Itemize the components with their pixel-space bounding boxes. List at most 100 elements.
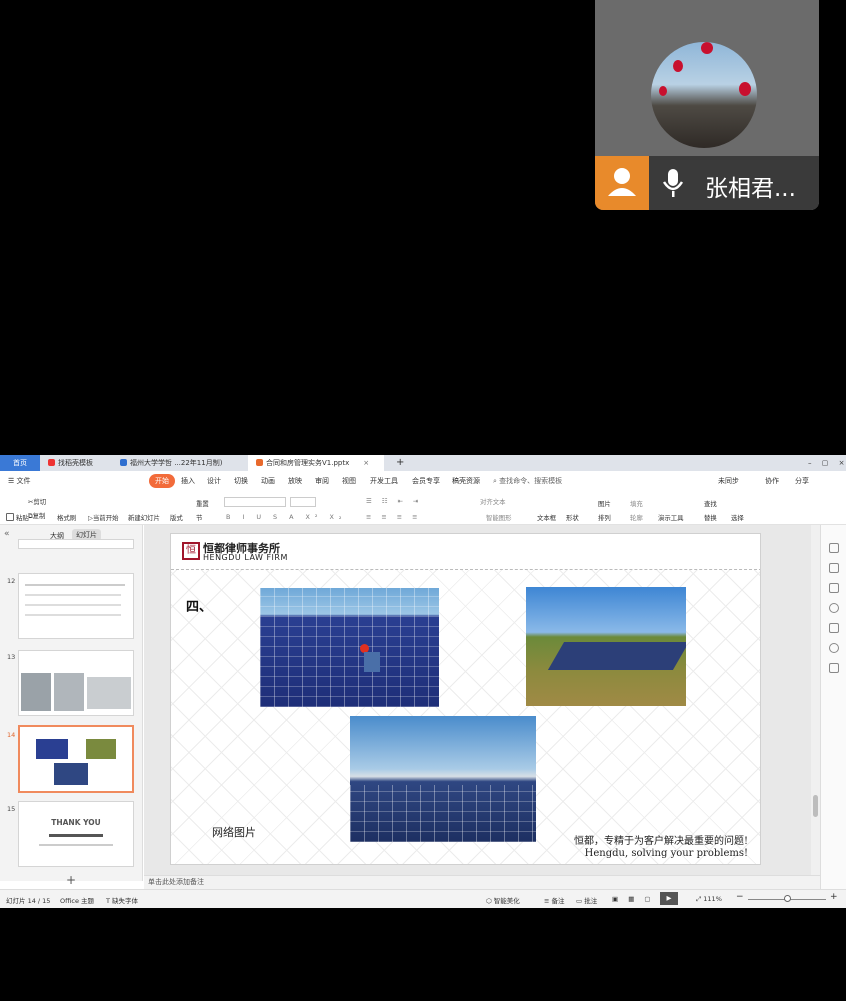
collab-button[interactable]: 协作 [765,476,779,486]
cut-button[interactable]: ✂剪切 [28,497,46,506]
right-tool-strip [820,525,846,889]
comments-toggle[interactable]: ▭ 批注 [576,895,597,905]
zoom-in-button[interactable]: + [830,892,838,902]
slide-thumbnail-11[interactable] [18,539,134,549]
text-style-buttons[interactable]: B I U S A X² X₂ [226,513,346,521]
location-icon[interactable] [829,643,839,653]
slide-thumbnail-13[interactable] [18,650,134,716]
panel-icon[interactable] [829,663,839,673]
solar-photo-field[interactable] [526,587,686,706]
menu-design[interactable]: 设计 [207,476,221,486]
slide-number: 12 [7,577,16,585]
view-mode-buttons[interactable]: ▣ ▦ ▢ [612,895,655,903]
menu-review[interactable]: 审阅 [315,476,329,486]
vertical-scrollbar[interactable] [811,525,820,875]
menu-slideshow[interactable]: 放映 [288,476,302,486]
video-call-tile: 张相君... [595,0,819,210]
close-tab-icon[interactable]: × [363,459,369,467]
current-slide[interactable]: 恒 恒都律师事务所 HENGDU LAW FIRM 四、 网络图片 恒都，专精于… [170,533,761,865]
collapse-panel-icon[interactable]: « [4,529,10,539]
animation-icon[interactable] [829,563,839,573]
missing-font-button[interactable]: T 缺失字体 [106,895,138,905]
tab-home[interactable]: 首页 [0,455,40,471]
sync-status[interactable]: 未同步 [718,476,739,486]
font-size-select[interactable] [290,497,316,507]
menu-bar: ☰ 文件 开始 插入 设计 切换 动画 放映 审阅 视图 开发工具 会员专享 稿… [0,471,846,491]
theme-name: Office 主题 [60,897,95,905]
user-icon [595,156,649,210]
command-search[interactable]: ⌕ 查找命令、搜索模板 [493,476,562,486]
add-slide-button[interactable]: + [66,873,76,887]
menu-member[interactable]: 会员专享 [412,476,440,486]
menu-animation[interactable]: 动画 [261,476,275,486]
zoom-out-button[interactable]: − [736,892,744,902]
menu-file[interactable]: ☰ 文件 [8,476,31,486]
reset-button[interactable]: 重置 [196,499,209,508]
solar-photo-worker[interactable] [260,588,439,707]
image-icon[interactable] [829,623,839,633]
ppt-icon [256,459,263,466]
slide-number: 13 [7,653,16,661]
replace-button[interactable]: 替换 [704,513,717,522]
window-controls[interactable]: – ▢ × [800,455,846,471]
presentation-tools-button[interactable]: 演示工具 [658,513,684,522]
solar-photo-roof[interactable] [350,716,536,842]
zoom-slider-handle[interactable] [784,895,791,902]
play-from-current-button[interactable]: ▷当前开始 [88,513,118,522]
zoom-level[interactable]: ⤢ 111% [696,895,722,904]
copy-format-icon[interactable] [829,583,839,593]
image-caption: 网络图片 [212,826,256,839]
firm-seal-icon: 恒 [182,542,200,560]
menu-view[interactable]: 视图 [342,476,356,486]
slogan: 恒都，专精于为客户解决最重要的问题! Hengdu, solving your p… [573,836,748,859]
slide-number: 15 [7,805,16,813]
paste-button[interactable]: 粘贴 [6,513,29,522]
menu-developer[interactable]: 开发工具 [370,476,398,486]
picture-button[interactable]: 图片 [598,499,611,508]
align-text-button[interactable]: 对齐文本 [480,497,506,506]
section-button[interactable]: 节 [196,513,202,522]
format-painter-button[interactable]: 格式刷 [57,513,76,522]
copy-button[interactable]: ⧉复制 [28,511,45,521]
tab-presentation[interactable]: 合同和房管理实务V1.pptx × [248,455,384,471]
new-slide-button[interactable]: 新建幻灯片 [128,513,160,522]
slide-thumbnail-15[interactable]: THANK YOU [18,801,134,867]
participant-avatar [651,42,757,148]
menu-insert[interactable]: 插入 [181,476,195,486]
slide-counter: 幻灯片 14 / 15 [6,897,51,905]
help-icon[interactable] [829,603,839,613]
thank-you-title: THANK YOU [51,818,101,827]
shape-button[interactable]: 形状 [566,513,579,522]
menu-transition[interactable]: 切换 [234,476,248,486]
layout-button[interactable]: 版式 [170,513,183,522]
microphone-icon[interactable] [661,168,685,198]
fill-button[interactable]: 填充 [630,499,643,508]
notes-pane[interactable]: 单击此处添加备注 [144,875,820,889]
outline-button[interactable]: 轮廓 [630,513,643,522]
select-button[interactable]: 选择 [731,513,744,522]
menu-resources[interactable]: 稿壳资源 [452,476,480,486]
find-button[interactable]: 查找 [704,499,717,508]
play-slideshow-button[interactable]: ▶ [660,892,678,905]
menu-home[interactable]: 开始 [149,474,175,488]
slide-thumbnail-14[interactable] [18,725,134,793]
align-buttons[interactable]: ≡ ≡ ≡ ≡ [366,513,422,521]
slide-header: 恒 恒都律师事务所 HENGDU LAW FIRM [171,534,760,570]
ribbon-toolbar: 粘贴 ✂剪切 ⧉复制 格式刷 ▷当前开始 新建幻灯片 版式 节 重置 B I U… [0,491,846,525]
textbox-button[interactable]: 文本框 [537,513,556,522]
new-tab-button[interactable]: + [388,455,404,471]
tab-template[interactable]: 找稻壳模板 [40,455,112,471]
tab-document[interactable]: 福州大学学哲 ...22年11月制) [112,455,247,471]
notes-toggle[interactable]: ≡ 备注 [544,895,565,905]
share-button[interactable]: 分享 [795,476,809,486]
slide-thumbnail-12[interactable] [18,573,134,639]
smartart-button[interactable]: 智能图形 [486,513,512,522]
firm-name-en: HENGDU LAW FIRM [203,553,288,562]
list-buttons[interactable]: ☰ ☷ ⇤ ⇥ [366,497,422,505]
font-name-select[interactable] [224,497,286,507]
smart-beautify-button[interactable]: ⬡ 智能美化 [486,895,520,905]
settings-icon[interactable] [829,543,839,553]
arrange-button[interactable]: 排列 [598,513,611,522]
participant-bar: 张相君... [595,156,819,210]
slide-panel: « 大纲 幻灯片 12 13 14 15 THANK YOU + [0,525,143,887]
